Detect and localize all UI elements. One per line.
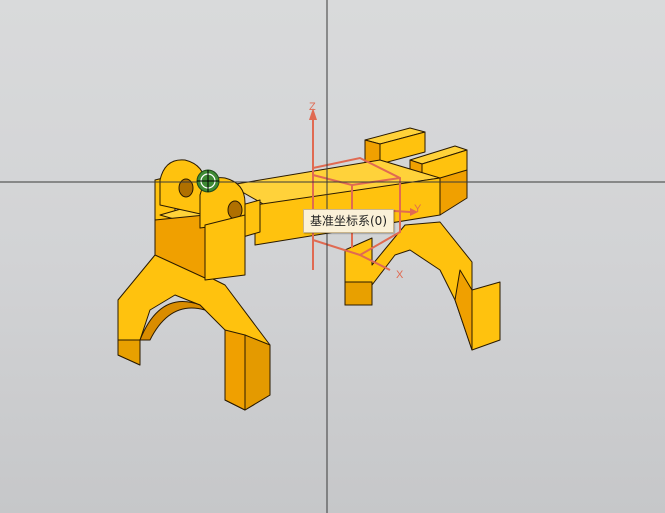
axis-label-z: Z bbox=[309, 101, 316, 113]
crosshair bbox=[0, 0, 665, 513]
front-fork-foot bbox=[117, 339, 141, 366]
back-leg-foot bbox=[344, 281, 373, 306]
model-canvas[interactable]: Z Y X bbox=[0, 0, 665, 513]
axis-label-x: X bbox=[396, 269, 404, 281]
beam-side bbox=[439, 169, 468, 216]
front-lug-face bbox=[204, 214, 246, 281]
datum-csys-tooltip: 基准坐标系(0) bbox=[303, 209, 394, 233]
snap-cursor-icon bbox=[196, 169, 220, 193]
front-fork-side bbox=[224, 329, 246, 411]
front-fork-side-right bbox=[244, 334, 271, 411]
graphics-viewport[interactable]: Z Y X 基准坐标系(0) bbox=[0, 0, 665, 513]
axis-label-y: Y bbox=[414, 203, 422, 215]
